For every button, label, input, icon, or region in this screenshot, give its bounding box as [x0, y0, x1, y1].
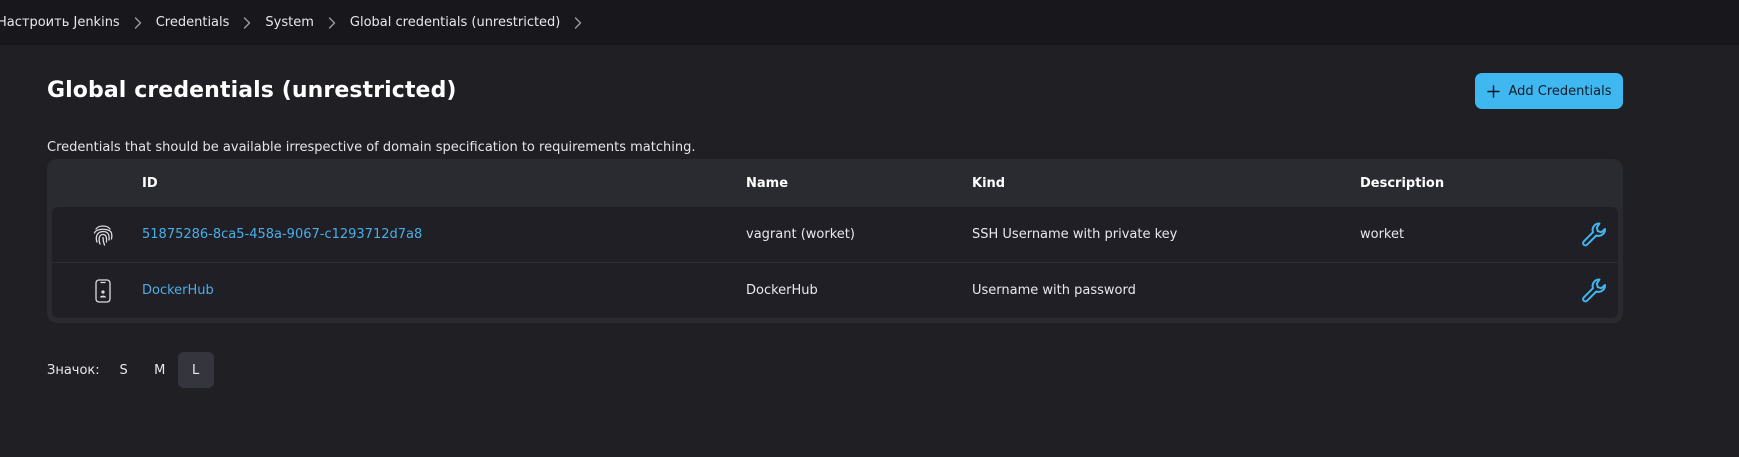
breadcrumb-label[interactable]: Настроить Jenkins	[0, 15, 120, 30]
column-header-id[interactable]: ID	[142, 176, 158, 191]
breadcrumb-item-manage-jenkins[interactable]: Настроить Jenkins	[0, 15, 156, 30]
breadcrumb-item-system[interactable]: System	[265, 15, 349, 30]
breadcrumb-item-credentials[interactable]: Credentials	[156, 15, 266, 30]
icon-size-m[interactable]: M	[142, 352, 178, 388]
icon-size-label: Значок:	[47, 362, 100, 378]
add-credentials-button[interactable]: Add Credentials	[1475, 73, 1623, 109]
breadcrumb-label[interactable]: Credentials	[156, 15, 230, 30]
icon-size-s[interactable]: S	[106, 352, 142, 388]
page-title: Global credentials (unrestricted)	[47, 78, 457, 103]
mobile-device-icon	[94, 263, 112, 318]
chevron-right-icon	[229, 16, 265, 29]
credential-id-link[interactable]: 51875286-8ca5-458a-9067-c1293712d7a8	[142, 207, 422, 262]
column-header-kind[interactable]: Kind	[972, 176, 1005, 191]
add-credentials-label: Add Credentials	[1508, 83, 1612, 99]
credential-id-link[interactable]: DockerHub	[142, 263, 214, 318]
chevron-right-icon[interactable]	[560, 16, 596, 29]
icon-size-selector: Значок: S M L	[47, 352, 214, 388]
credential-kind: SSH Username with private key	[972, 227, 1178, 242]
credential-name: DockerHub	[746, 283, 818, 298]
page-description: Credentials that should be available irr…	[47, 140, 696, 155]
chevron-right-icon	[314, 16, 350, 29]
credentials-table: ID Name Kind Description 51875286-8ca5-4…	[47, 159, 1623, 323]
credential-kind: Username with password	[972, 283, 1136, 298]
table-row: 51875286-8ca5-458a-9067-c1293712d7a8 vag…	[52, 207, 1618, 262]
breadcrumb-label[interactable]: System	[265, 15, 313, 30]
chevron-right-icon	[120, 16, 156, 29]
breadcrumb: Настроить Jenkins Credentials System Glo…	[0, 0, 1739, 45]
icon-size-l[interactable]: L	[177, 352, 214, 388]
wrench-icon[interactable]	[1580, 263, 1610, 318]
credential-description: worket	[1360, 227, 1405, 242]
column-header-name[interactable]: Name	[746, 176, 788, 191]
wrench-icon[interactable]	[1580, 207, 1610, 262]
credential-name: vagrant (worket)	[746, 227, 855, 242]
breadcrumb-label[interactable]: Global credentials (unrestricted)	[350, 15, 561, 30]
column-header-description[interactable]: Description	[1360, 176, 1444, 191]
table-row: DockerHub DockerHub Username with passwo…	[52, 263, 1618, 318]
breadcrumb-item-global-credentials[interactable]: Global credentials (unrestricted)	[350, 15, 597, 30]
fingerprint-icon	[92, 207, 114, 262]
plus-icon	[1486, 84, 1500, 98]
